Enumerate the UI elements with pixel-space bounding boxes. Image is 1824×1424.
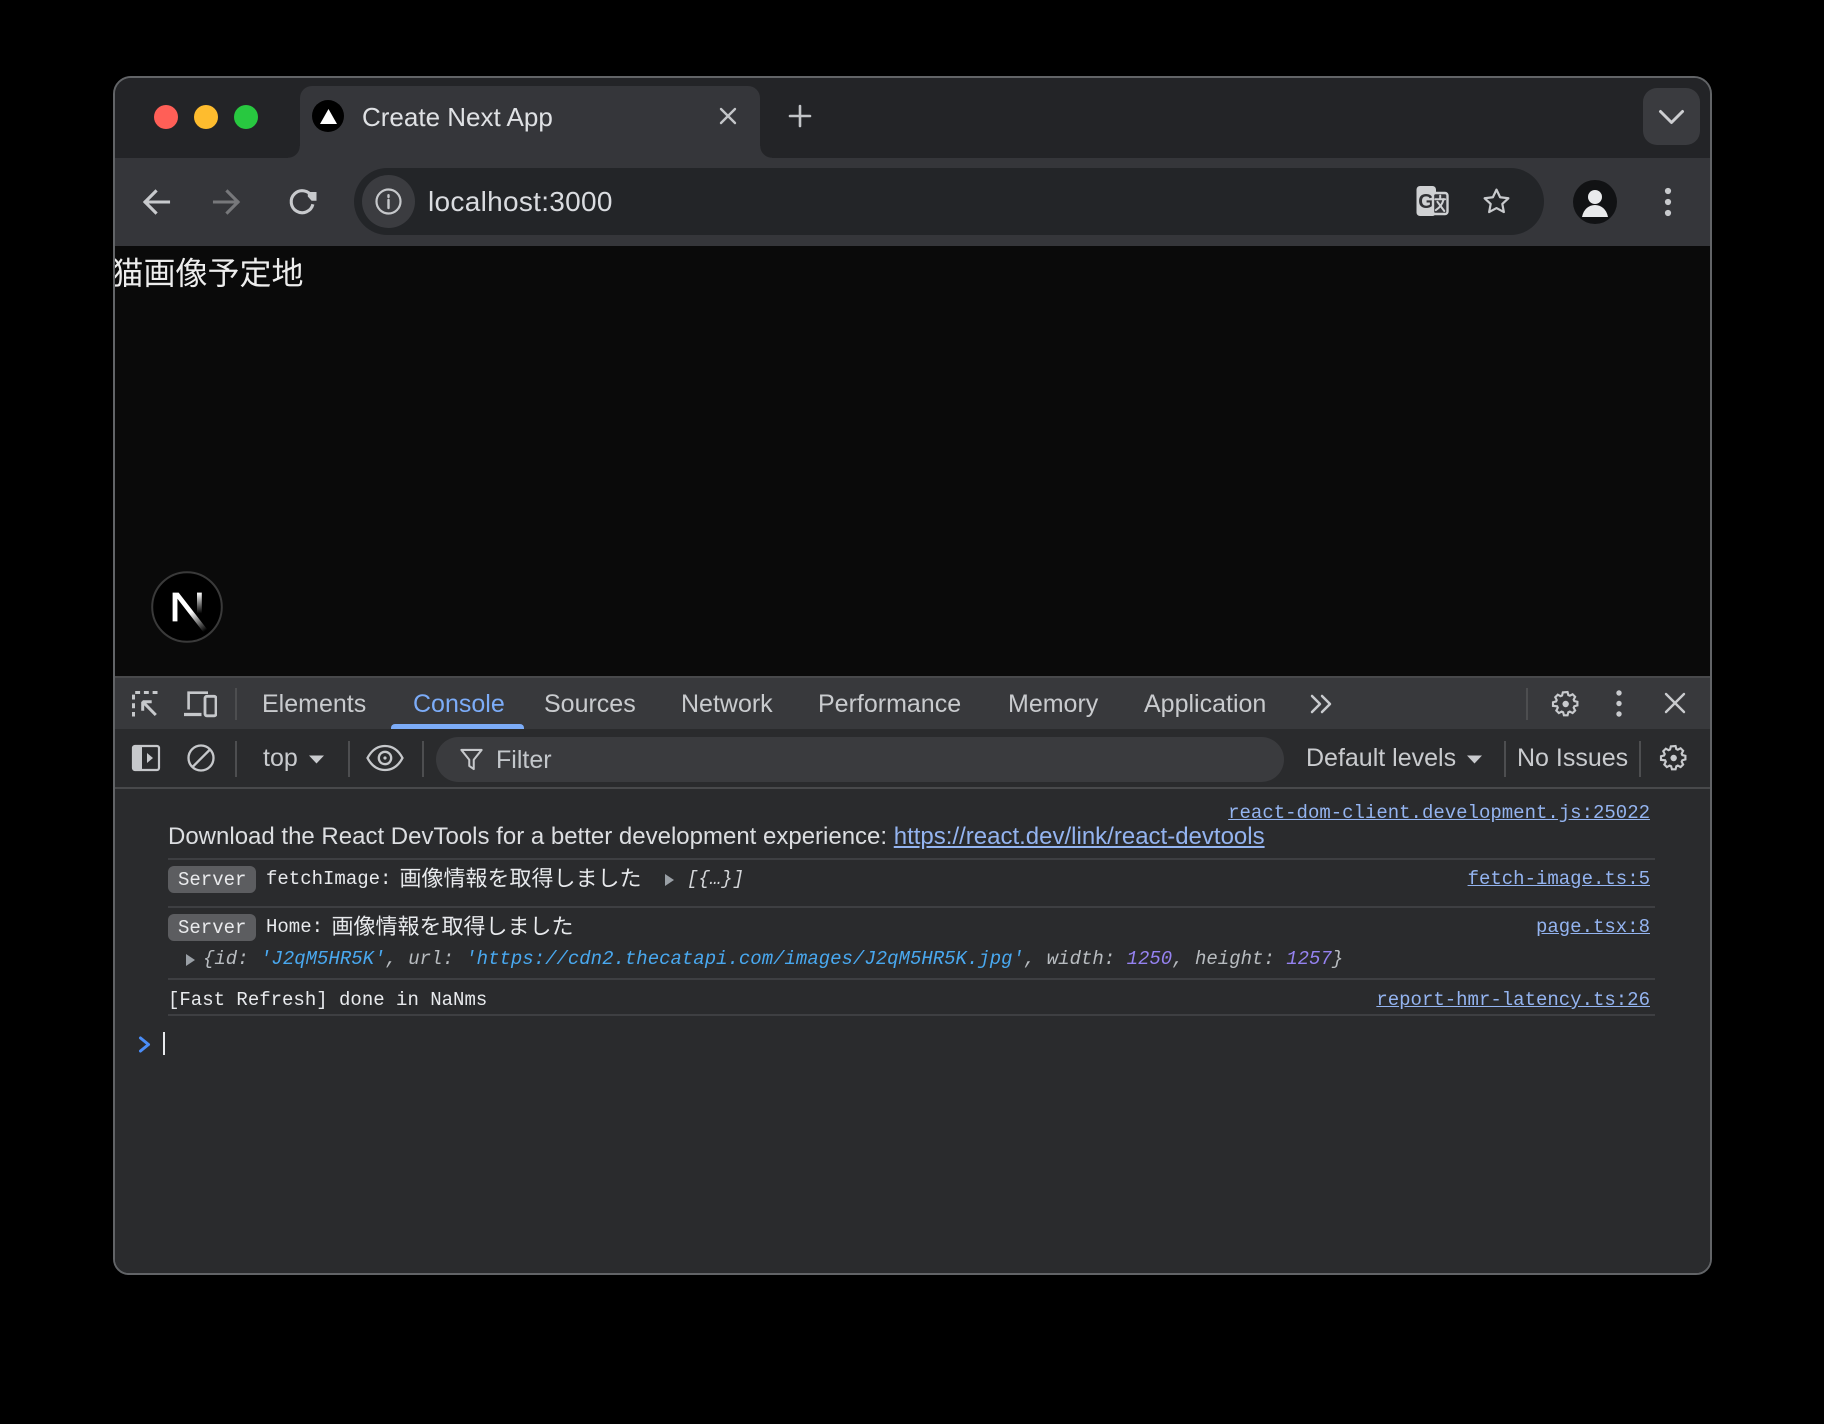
svg-text:G: G — [1418, 191, 1434, 213]
